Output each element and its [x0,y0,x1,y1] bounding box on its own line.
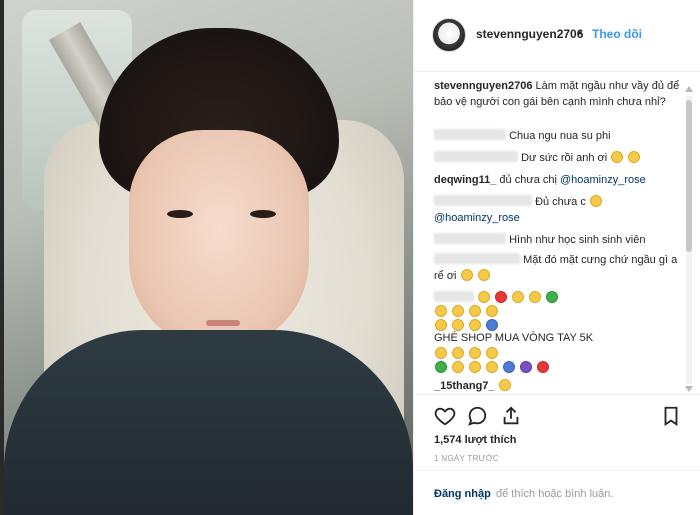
comment-row: _15thang7_ [434,378,686,394]
comment-text: Đủ chưa c [535,196,586,208]
comment-row: Hình như học sinh sinh viên [434,232,686,248]
sparkle-emoji-icon [469,347,482,359]
sparkle-emoji-icon [512,291,525,303]
blurred-username [434,233,506,244]
scroll-thumb[interactable] [686,100,692,252]
login-link[interactable]: Đăng nhập [434,488,491,500]
comment-icon[interactable] [466,405,488,427]
comment-row: rể ơi [434,268,686,284]
laugh-emoji-icon [498,379,511,391]
separator-dot: • [578,26,583,40]
shirt [4,330,413,515]
mention-link[interactable]: @hoaminzy_rose [434,212,520,224]
party-popper-icon [469,305,482,317]
comment-row: Dư sức rồi anh ơi [434,150,686,166]
music-emoji-icon [520,361,533,373]
post-photo[interactable] [4,0,413,515]
face [129,130,309,350]
post-header: stevennguyen2706 • Theo dõi [414,0,700,72]
comment-row: Mặt đó mặt cưng chứ ngầu gì a [434,252,686,268]
login-hint-text: để thích hoặc bình luận. [496,488,614,500]
post-actions [414,394,700,434]
sparkle-emoji-icon [435,347,447,359]
comment-row: Chua ngu nua su phi [434,128,686,144]
follow-button[interactable]: Theo dõi [592,27,642,41]
clover-emoji-icon [435,361,447,373]
caption-username[interactable]: stevennguyen2706 [434,80,532,92]
clover-emoji-icon [546,291,559,303]
comment-text: Hình như học sinh sinh viên [509,234,646,246]
share-icon[interactable] [500,405,522,427]
blurred-username [434,129,506,140]
sparkle-emoji-icon [478,291,491,303]
bookmark-icon[interactable] [660,405,682,427]
blurred-username [434,151,518,162]
smile-emoji-icon [529,291,542,303]
laugh-emoji-icon [486,347,499,359]
post-time-ago: 1 ngày trước [434,454,500,463]
grin-emoji-icon [477,269,490,281]
blurred-username [434,253,520,264]
mouth [206,320,240,326]
comment-row: @hoaminzy_rose [434,210,686,226]
comment-text: Dư sức rồi anh ơi [521,152,608,164]
comments-list[interactable]: stevennguyen2706 Làm mặt ngầu như vầy đủ… [414,72,700,394]
comment-row: GHÉ SHOP MUA VÒNG TAY 5K [434,330,686,346]
party-popper-icon [611,151,624,163]
party-popper-icon [469,361,482,373]
comment-text: đủ chưa chị [499,174,557,186]
comment-username[interactable]: _15thang7_ [434,380,495,392]
heart-icon[interactable] [434,405,456,427]
blurred-username [434,195,532,206]
sparkle-emoji-icon [486,305,499,317]
post-username[interactable]: stevennguyen2706 [476,27,583,41]
explosion-emoji-icon [537,361,550,373]
grin-emoji-icon [460,269,473,281]
comment-text: Chua ngu nua su phi [509,130,611,142]
party-popper-icon [628,151,641,163]
sparkle-emoji-icon [486,361,499,373]
scroll-up-arrow-icon[interactable] [685,86,693,92]
smile-emoji-icon [589,195,602,207]
scroll-down-arrow-icon[interactable] [685,386,693,392]
left-eye [167,210,193,218]
heart-emoji-icon [495,291,508,303]
sparkle-emoji-icon [452,305,465,317]
trophy-emoji-icon [452,361,465,373]
blurred-username [434,291,474,302]
party-popper-icon [452,347,465,359]
comment-text: GHÉ SHOP MUA VÒNG TAY 5K [434,332,594,344]
instagram-post-modal: stevennguyen2706 • Theo dõi stevennguyen… [0,0,700,515]
comment-row: deqwing11_ đủ chưa chị @hoaminzy_rose [434,172,686,188]
mention-link[interactable]: @hoaminzy_rose [560,174,646,186]
comment-text: Mặt đó mặt cưng chứ ngầu gì a [523,254,678,266]
comment-text: rể ơi [434,270,457,282]
post-side-panel: stevennguyen2706 • Theo dõi stevennguyen… [413,0,700,515]
comments-scrollbar[interactable] [684,86,694,392]
comment-username-partial[interactable]: deqwing11_ [434,174,496,186]
caption: stevennguyen2706 Làm mặt ngầu như vầy đủ… [434,78,686,110]
login-bar: Đăng nhập để thích hoặc bình luận. [414,470,700,515]
likes-count[interactable]: 1,574 lượt thích [434,434,516,446]
right-eye [250,210,276,218]
glasses-emoji-icon [503,361,516,373]
comment-row [434,360,686,376]
sparkle-emoji-icon [435,305,447,317]
avatar[interactable] [432,18,466,52]
comment-row: Đủ chưa c [434,194,686,210]
